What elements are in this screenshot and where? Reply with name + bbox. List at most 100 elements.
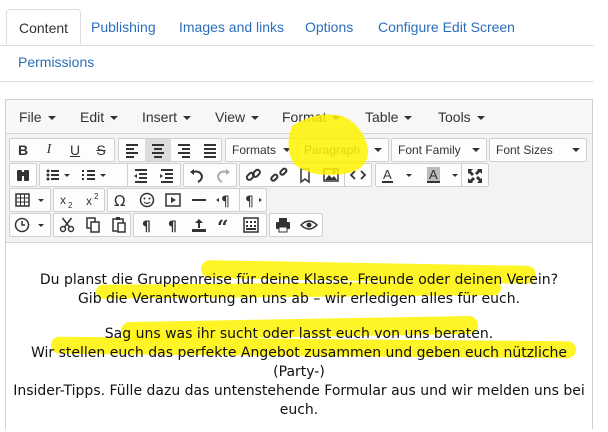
- find-replace-button[interactable]: [10, 164, 36, 186]
- menu-edit[interactable]: Edit: [80, 100, 119, 134]
- content-paragraph-2: Sag uns was ihr sucht oder lasst euch vo…: [6, 325, 592, 420]
- svg-text:x: x: [60, 193, 66, 207]
- pilcrow-icon: ¶: [142, 219, 151, 235]
- menu-format[interactable]: Format: [282, 100, 341, 134]
- bullet-list-icon: [46, 169, 70, 181]
- align-justify-button[interactable]: [197, 139, 223, 161]
- undo-button[interactable]: [184, 164, 210, 186]
- redo-button[interactable]: [210, 164, 236, 186]
- horizontal-rule-button[interactable]: [186, 189, 212, 211]
- rtl-button[interactable]: ¶: [240, 189, 266, 211]
- content-line: euch.: [279, 402, 319, 418]
- preview-button[interactable]: [296, 214, 322, 236]
- align-right-button[interactable]: [171, 139, 197, 161]
- toolbar-row-3: x2 x2 Ω ¶ ¶: [6, 187, 592, 213]
- menu-tools[interactable]: Tools: [438, 100, 485, 134]
- svg-text:¶: ¶: [142, 219, 151, 235]
- svg-text:¶: ¶: [221, 194, 230, 210]
- paragraph-dropdown[interactable]: Paragraph: [297, 138, 389, 162]
- color-group: A A: [375, 163, 469, 187]
- redo-icon: [216, 169, 230, 183]
- ltr-button[interactable]: ¶: [212, 189, 238, 211]
- unlink-button[interactable]: [266, 164, 292, 186]
- insert-datetime-button[interactable]: [10, 214, 50, 236]
- cut-button[interactable]: [54, 214, 80, 236]
- tab-publishing[interactable]: Publishing: [79, 9, 168, 45]
- indent-button[interactable]: [154, 164, 180, 186]
- align-left-button[interactable]: [119, 139, 145, 161]
- numbered-list-button[interactable]: [76, 164, 110, 186]
- special-character-button[interactable]: Ω: [108, 189, 134, 211]
- italic-button[interactable]: I: [36, 139, 62, 161]
- paragraph-label: Paragraph: [298, 139, 388, 161]
- svg-text:¶: ¶: [245, 194, 254, 210]
- content-line: Insider-Tipps. Fülle dazu das untenstehe…: [13, 383, 585, 399]
- show-blocks-button[interactable]: ¶: [134, 214, 160, 236]
- formats-dropdown[interactable]: Formats: [225, 138, 298, 162]
- horizontal-rule-icon: [192, 199, 206, 201]
- blockquote-button[interactable]: “: [212, 214, 238, 236]
- clock-icon: [14, 217, 44, 233]
- insert-group: Ω ¶: [107, 188, 245, 212]
- upload-button[interactable]: [186, 214, 212, 236]
- copy-button[interactable]: [80, 214, 106, 236]
- bold-button[interactable]: B: [10, 139, 36, 161]
- content-line: Gib die Verantwortung an uns ab – wir er…: [77, 291, 521, 307]
- code-icon: [349, 170, 367, 180]
- fullscreen-icon: [468, 169, 482, 183]
- paste-button[interactable]: [106, 214, 132, 236]
- strikethrough-button[interactable]: S: [88, 139, 114, 161]
- text-color-button[interactable]: A: [376, 164, 422, 186]
- tab-permissions[interactable]: Permissions: [6, 44, 106, 80]
- content-line: Wir stellen euch das perfekte Angebot zu…: [30, 345, 568, 380]
- quote-icon: “: [217, 215, 229, 236]
- indent-group: [127, 163, 181, 187]
- fullscreen-button[interactable]: [462, 164, 488, 186]
- subscript-button[interactable]: x2: [54, 189, 80, 211]
- editor-content-area[interactable]: Du planst die Gruppenreise für deine Kla…: [6, 242, 592, 432]
- emoticons-button[interactable]: [134, 189, 160, 211]
- insert-image-button[interactable]: [318, 164, 344, 186]
- eye-icon: [299, 220, 319, 230]
- menu-view[interactable]: View: [215, 100, 260, 134]
- print-button[interactable]: [270, 214, 296, 236]
- menu-table[interactable]: Table: [365, 100, 413, 134]
- font-sizes-dropdown[interactable]: Font Sizes: [489, 138, 587, 162]
- svg-text:Ω: Ω: [114, 192, 125, 210]
- tab-options[interactable]: Options: [293, 9, 365, 45]
- superscript-icon: x2: [86, 192, 99, 208]
- tab-configure-edit-screen[interactable]: Configure Edit Screen: [366, 9, 527, 45]
- menu-file[interactable]: File: [19, 100, 56, 134]
- anchor-button[interactable]: [292, 164, 318, 186]
- tab-images-and-links[interactable]: Images and links: [167, 9, 296, 45]
- outdent-icon: [134, 169, 147, 183]
- toolbar-row-4: ¶ ¶ “: [6, 212, 592, 238]
- source-code-button[interactable]: [345, 164, 371, 186]
- visual-chars-button[interactable]: ¶: [160, 214, 186, 236]
- underline-button[interactable]: U: [62, 139, 88, 161]
- superscript-button[interactable]: x2: [80, 189, 106, 211]
- paste-icon: [112, 217, 126, 233]
- svg-text:2: 2: [68, 201, 73, 210]
- table-group: [9, 188, 51, 212]
- insert-table-button[interactable]: [10, 189, 50, 211]
- outdent-button[interactable]: [128, 164, 154, 186]
- text-color-icon: A: [382, 167, 412, 183]
- insert-link-button[interactable]: [240, 164, 266, 186]
- editor-menubar: File Edit Insert View Format Table Tools: [6, 100, 592, 134]
- misc-group: ¶ ¶ “: [133, 213, 267, 237]
- link-media-group: [239, 163, 349, 187]
- align-center-button[interactable]: [145, 139, 171, 161]
- tab-content[interactable]: Content: [6, 9, 82, 45]
- template-icon: [243, 217, 259, 233]
- link-icon: [245, 168, 261, 181]
- font-family-dropdown[interactable]: Font Family: [391, 138, 487, 162]
- insert-media-button[interactable]: [160, 189, 186, 211]
- template-button[interactable]: [238, 214, 264, 236]
- alignment-group: [118, 138, 222, 162]
- scissors-icon: [59, 217, 75, 233]
- tab-divider-bottom: [0, 81, 594, 82]
- menu-insert[interactable]: Insert: [142, 100, 192, 134]
- bullet-list-button[interactable]: [40, 164, 74, 186]
- omega-icon: Ω: [114, 192, 125, 210]
